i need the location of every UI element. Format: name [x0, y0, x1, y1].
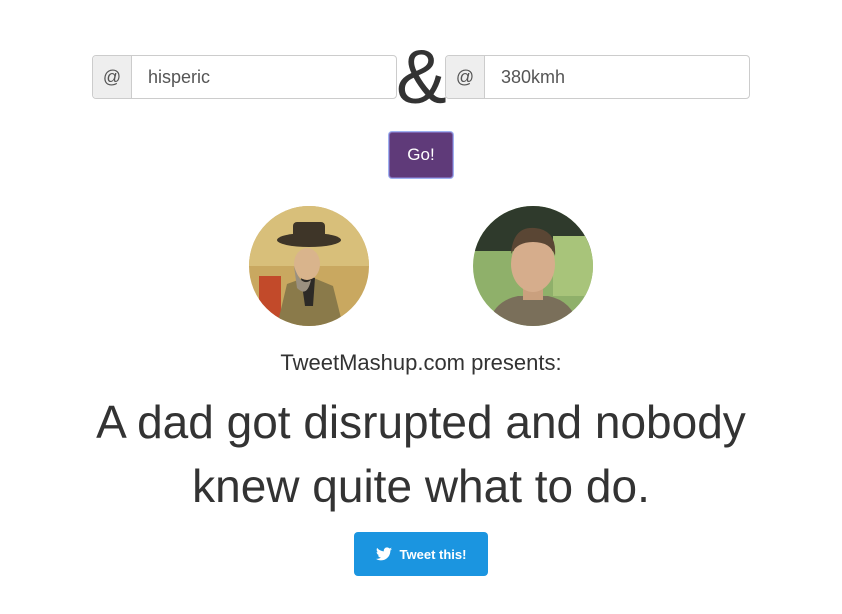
at-prefix: @ — [93, 56, 132, 98]
handle1-input[interactable] — [132, 56, 396, 98]
handle2-input-group: @ — [445, 55, 750, 99]
at-prefix: @ — [446, 56, 485, 98]
presents-text: TweetMashup.com presents: — [280, 350, 562, 375]
avatar-user2 — [473, 206, 593, 326]
avatar-user1 — [249, 206, 369, 326]
handle1-input-group: @ — [92, 55, 397, 99]
twitter-bird-icon — [375, 547, 392, 561]
handle2-input[interactable] — [485, 56, 749, 98]
ampersand: & — [396, 35, 447, 120]
tweet-button[interactable]: Tweet this! — [354, 532, 488, 576]
go-button[interactable]: Go! — [389, 132, 453, 178]
tweet-button-label: Tweet this! — [399, 546, 467, 562]
mashup-headline: A dad got disrupted and nobody knew quit… — [96, 396, 746, 512]
